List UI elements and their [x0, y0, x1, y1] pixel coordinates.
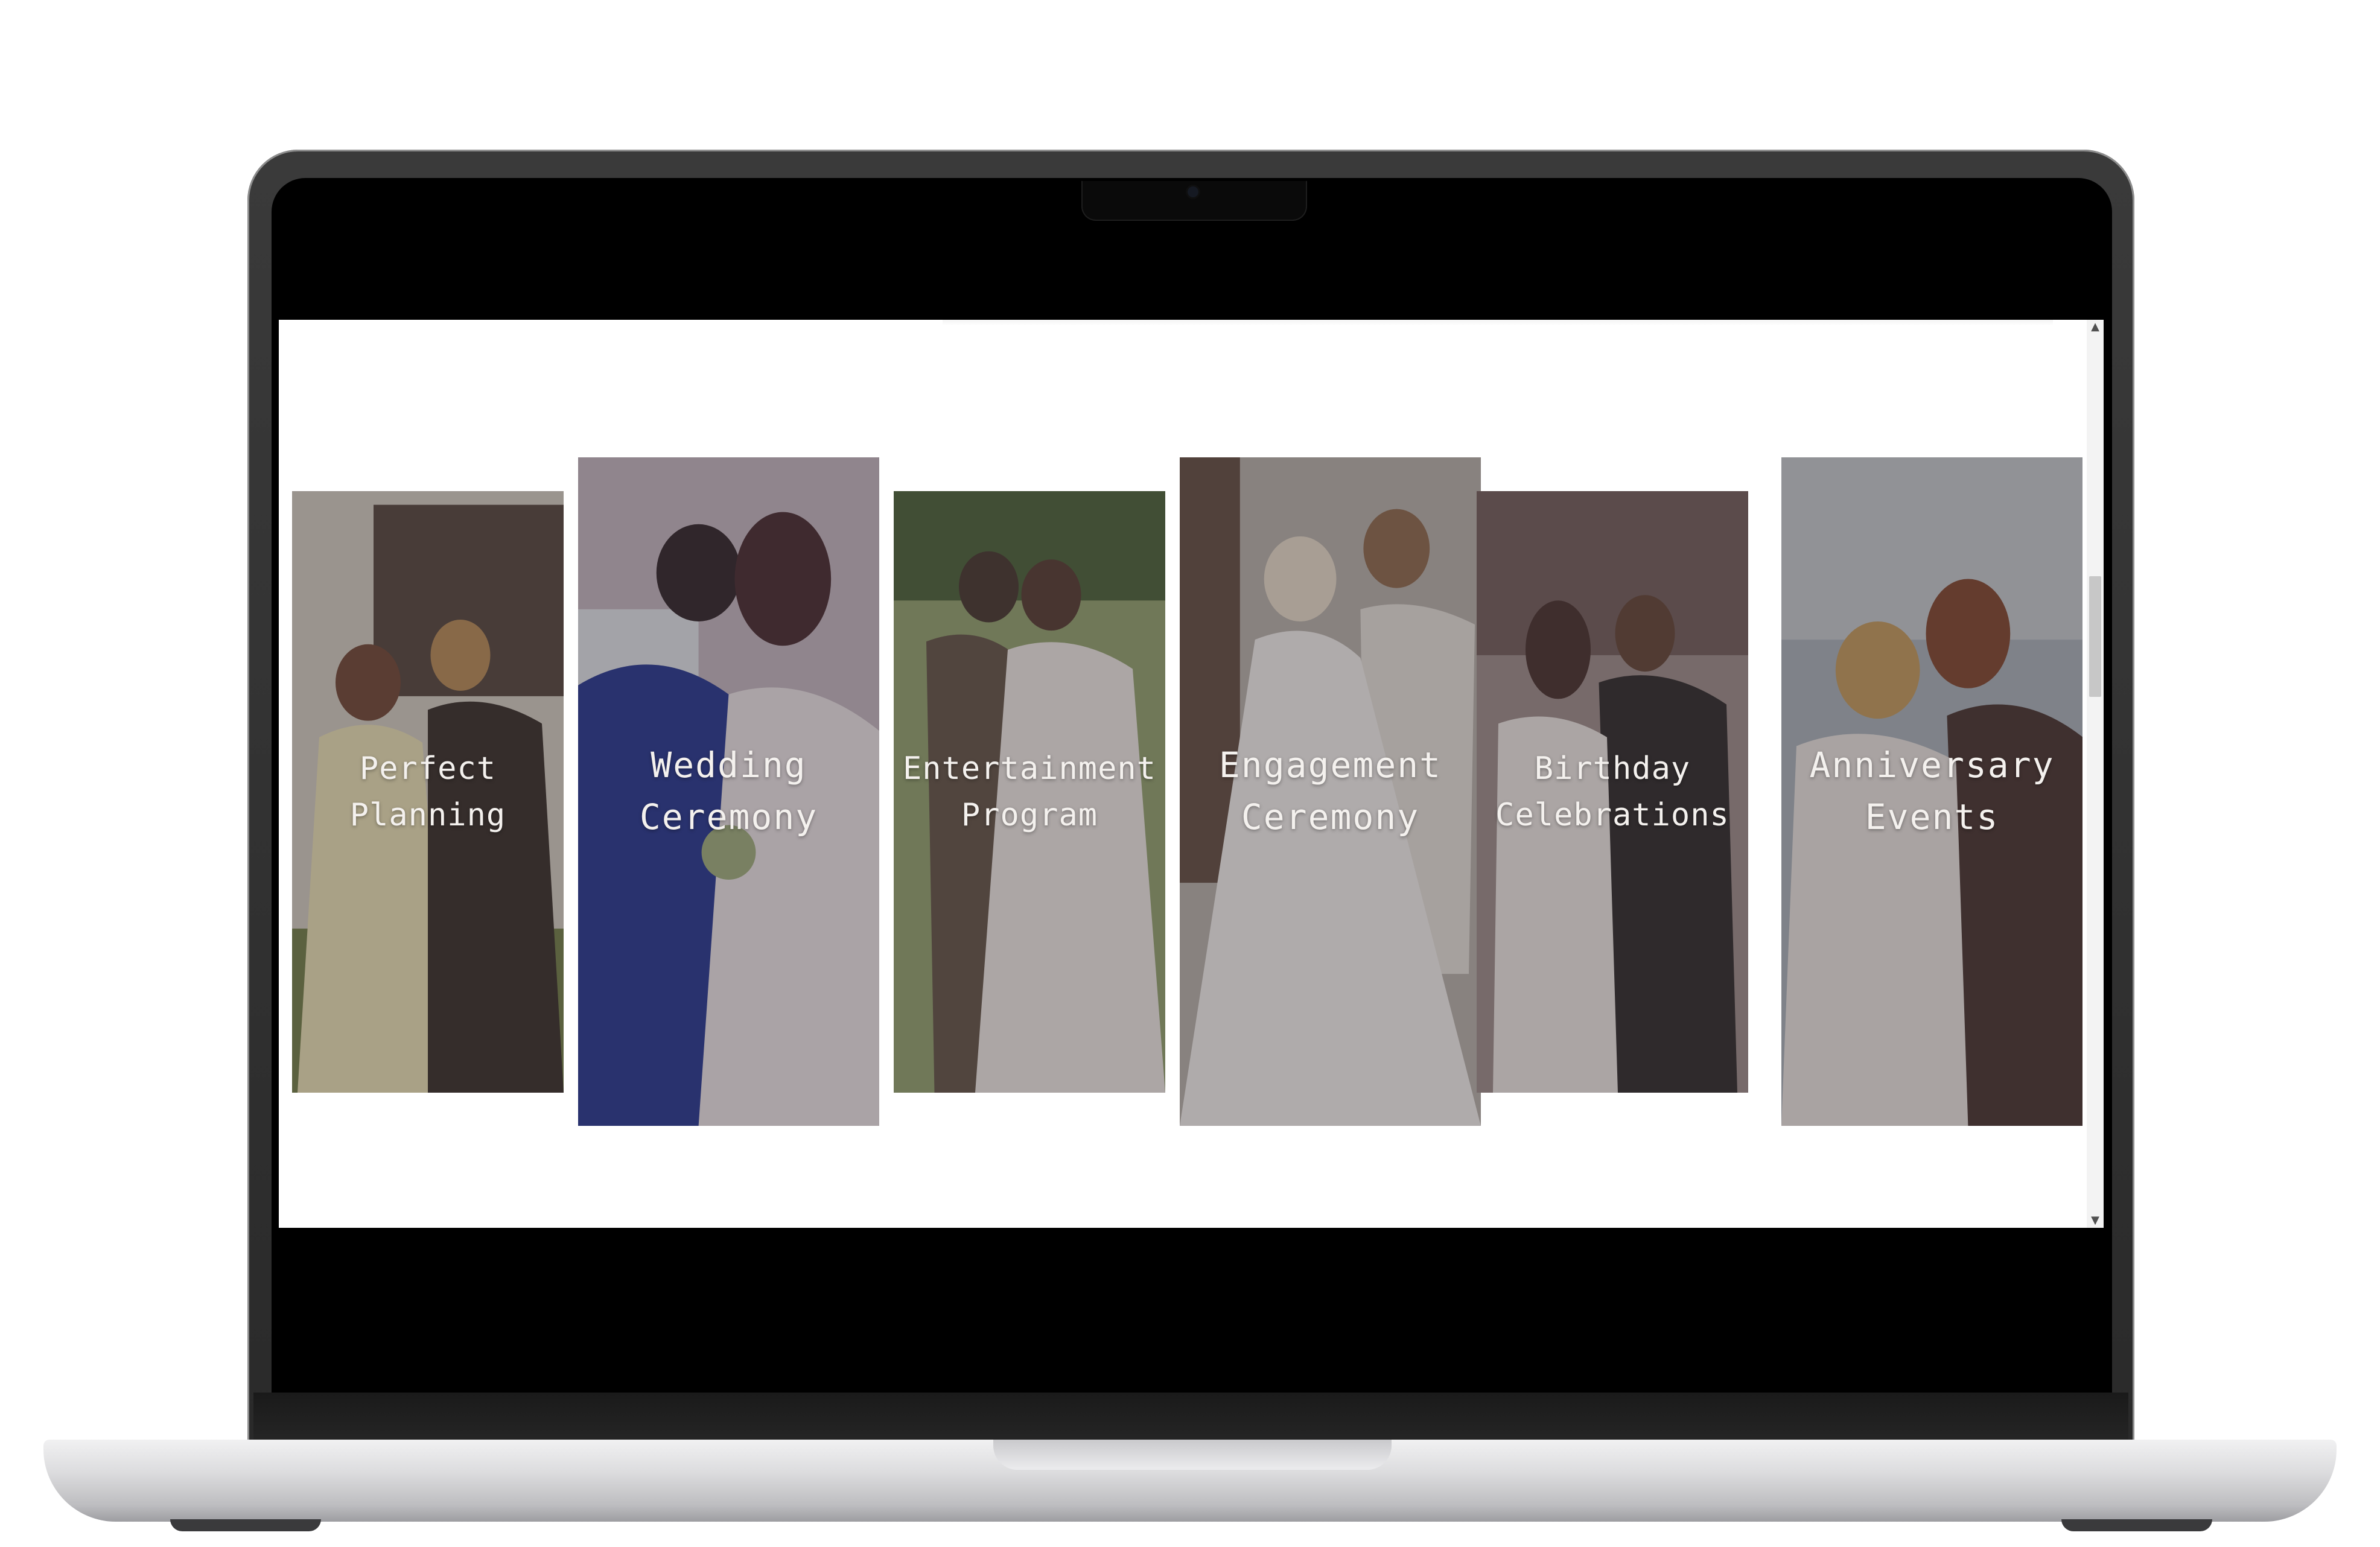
card-title: Entertainment Program: [894, 746, 1165, 839]
service-card-engagement-ceremony[interactable]: Engagement Ceremony: [1180, 457, 1481, 1126]
laptop-foot-left: [170, 1519, 321, 1531]
laptop-lid-opening: [993, 1440, 1392, 1470]
top-edge-shadow: [943, 320, 2053, 326]
card-title-line: Celebrations: [1495, 796, 1729, 833]
card-title: Anniversary Events: [1781, 740, 2082, 843]
service-card-entertainment-program[interactable]: Entertainment Program: [894, 491, 1165, 1093]
card-title: Birthday Celebrations: [1477, 746, 1748, 839]
card-title-line: Birthday: [1534, 750, 1691, 787]
card-title-line: Events: [1865, 796, 1999, 837]
card-title-line: Perfect: [359, 750, 497, 787]
laptop-foot-right: [2061, 1519, 2212, 1531]
vertical-scrollbar[interactable]: ▲ ▼: [2087, 320, 2104, 1228]
scroll-up-icon[interactable]: ▲: [2087, 320, 2104, 334]
laptop-hinge: [253, 1393, 2128, 1446]
service-card-wedding-ceremony[interactable]: Wedding Ceremony: [578, 457, 879, 1126]
card-title: Perfect Planning: [292, 746, 564, 839]
card-title: Wedding Ceremony: [578, 740, 879, 843]
card-title-line: Planning: [349, 796, 506, 833]
camera-icon: [1188, 186, 1198, 197]
card-title-line: Engagement: [1218, 745, 1442, 786]
card-title-line: Wedding: [651, 745, 807, 786]
service-card-anniversary-events[interactable]: Anniversary Events: [1781, 457, 2082, 1126]
service-card-birthday-celebrations[interactable]: Birthday Celebrations: [1477, 491, 1748, 1093]
card-title-line: Entertainment: [903, 750, 1156, 787]
card-title-line: Ceremony: [639, 796, 818, 837]
card-title: Engagement Ceremony: [1180, 740, 1481, 843]
card-title-line: Program: [961, 796, 1098, 833]
scroll-down-icon[interactable]: ▼: [2087, 1213, 2104, 1228]
service-card-perfect-planning[interactable]: Perfect Planning: [292, 491, 564, 1093]
browser-viewport: Perfect Planning Wedding Ceremony Entert…: [279, 320, 2104, 1228]
scrollbar-thumb[interactable]: [2089, 576, 2101, 697]
card-title-line: Anniversary: [1809, 745, 2055, 786]
card-title-line: Ceremony: [1241, 796, 1420, 837]
